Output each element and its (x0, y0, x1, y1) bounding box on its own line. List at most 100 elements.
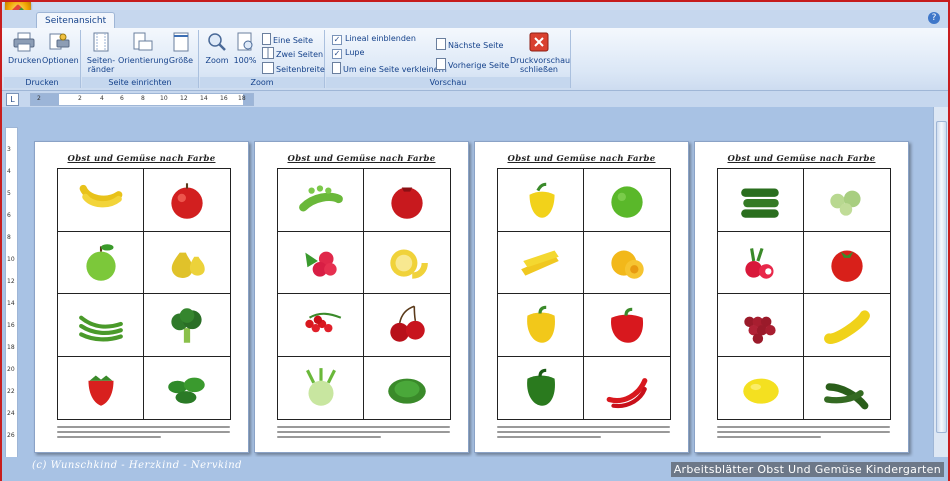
orientation-label: Orientierung (118, 56, 169, 65)
picture-cell (498, 169, 584, 232)
yellow-pepper-icon (526, 305, 555, 343)
orientation-button[interactable]: Orientierung (118, 32, 169, 65)
picture-cell (804, 357, 890, 420)
shrink-icon (332, 62, 341, 74)
ruler-tick: 18 (238, 95, 246, 102)
two-pages-button[interactable]: Zwei Seiten (262, 47, 323, 61)
page-zoom-icon (237, 32, 253, 51)
vruler-tick: 18 (7, 344, 15, 351)
vruler-tick: 24 (7, 410, 15, 417)
ruler-tick: 14 (200, 95, 208, 102)
options-button[interactable]: Optionen (42, 32, 79, 65)
picture-cell (278, 356, 364, 419)
magnifier-check-icon: ✓ (332, 49, 342, 59)
strawberry-icon (87, 375, 114, 406)
vertical-ruler[interactable]: 3 4 5 6 8 10 12 14 16 18 20 22 24 26 (5, 127, 18, 459)
zoom-button[interactable]: Zoom (204, 32, 230, 65)
picture-cell (804, 294, 890, 357)
ribbon-tab-row: Seitenansicht ? (2, 10, 948, 29)
prev-page-icon (436, 58, 446, 70)
radish-icon (744, 248, 774, 279)
zucchini-yellow-icon (824, 310, 870, 344)
magnifier-label: Lupe (345, 48, 365, 57)
corn-icon (520, 250, 559, 276)
picture-cell (718, 356, 804, 419)
zoom-100-button[interactable]: 100% (232, 32, 258, 65)
page-note (717, 424, 890, 440)
yellow-pepper-small-icon (529, 182, 555, 218)
print-label: Drucken (8, 56, 42, 65)
page-title: Obst und Gemüse nach Farbe (507, 154, 656, 164)
page-title: Obst und Gemüse nach Farbe (67, 154, 216, 164)
horizontal-ruler[interactable]: 2 2 4 6 8 10 12 14 16 18 (30, 93, 254, 106)
magnifier-checkbox[interactable]: ✓ Lupe (332, 47, 364, 59)
page-width-button[interactable]: Seitenbreite (262, 62, 325, 76)
credit-watermark: (c) Wunschkind - Herzkind - Nervkind (32, 460, 243, 471)
picture-cell (278, 231, 364, 294)
tab-stop-selector[interactable]: L (6, 93, 19, 106)
close-preview-label-1: Druckvorschau (510, 56, 571, 65)
picture-cell (718, 169, 804, 232)
magnifier-icon (208, 33, 226, 51)
vruler-tick: 6 (7, 212, 11, 219)
prev-page-label: Vorherige Seite (448, 61, 510, 70)
zoom-100-label: 100% (233, 56, 257, 65)
page-title: Obst und Gemüse nach Farbe (287, 154, 436, 164)
picture-cell (144, 357, 230, 420)
picture-grid (497, 168, 671, 420)
vertical-scrollbar[interactable] (933, 107, 948, 457)
vruler-tick: 10 (7, 256, 15, 263)
banana-icon (79, 184, 122, 208)
picture-cell (804, 232, 890, 294)
page-1: Obst und Gemüse nach Farbe (34, 141, 249, 453)
next-page-button[interactable]: Nächste Seite (436, 38, 503, 52)
group-label-zoom: Zoom (200, 77, 324, 88)
lambs-lettuce-icon (168, 377, 205, 404)
tab-seitenansicht[interactable]: Seitenansicht (36, 12, 116, 29)
picture-cell (584, 357, 670, 420)
picture-grid (717, 168, 891, 420)
raspberry-icon (304, 251, 337, 277)
one-page-button[interactable]: Eine Seite (262, 33, 313, 47)
two-pages-label: Zwei Seiten (276, 50, 324, 59)
margins-button[interactable]: Seiten- ränder (84, 32, 118, 74)
close-preview-button[interactable]: Druckvorschau schließen (510, 32, 571, 74)
lime-icon (611, 186, 643, 218)
red-pepper-icon (611, 307, 644, 343)
peas-icon (298, 185, 343, 212)
page-4: Obst und Gemüse nach Farbe (694, 141, 909, 453)
picture-cell (278, 169, 364, 232)
red-apple-icon (171, 183, 203, 219)
picture-cell (584, 294, 670, 357)
tomato-icon (831, 250, 863, 283)
ruler-checkbox[interactable]: ✓ Lineal einblenden (332, 33, 416, 45)
ruler-check-icon: ✓ (332, 35, 342, 45)
print-button[interactable]: Drucken (8, 32, 42, 65)
ruler-row: L 2 2 4 6 8 10 12 14 16 18 (2, 91, 948, 107)
picture-grid (277, 168, 451, 420)
vruler-tick: 5 (7, 190, 11, 197)
close-icon (529, 32, 549, 52)
help-icon[interactable]: ? (928, 12, 940, 24)
group-label-drucken: Drucken (4, 77, 80, 88)
vruler-tick: 16 (7, 322, 15, 329)
page-width-label: Seitenbreite (276, 65, 325, 74)
group-drucken: Drucken Optionen Drucken (4, 30, 81, 88)
apricot-icon (611, 250, 644, 279)
size-label: Größe (168, 56, 194, 65)
vruler-tick: 12 (7, 278, 15, 285)
scroll-thumb[interactable] (936, 121, 947, 433)
shrink-label: Um eine Seite verkleinern (343, 65, 447, 74)
vruler-tick: 3 (7, 146, 11, 153)
app-window: Seitenansicht ? Drucken Optionen Drucken… (0, 0, 950, 481)
shrink-one-page-button[interactable]: Um eine Seite verkleinern (332, 62, 447, 76)
page-title: Obst und Gemüse nach Farbe (727, 154, 876, 164)
prev-page-button[interactable]: Vorherige Seite (436, 58, 509, 72)
orientation-icon (133, 32, 153, 51)
page-3: Obst und Gemüse nach Farbe (474, 141, 689, 453)
size-button[interactable]: Größe (168, 32, 194, 65)
picture-cell (144, 232, 230, 294)
green-beans-icon (78, 315, 123, 342)
grapes-icon (743, 316, 776, 344)
page-note (57, 424, 230, 440)
